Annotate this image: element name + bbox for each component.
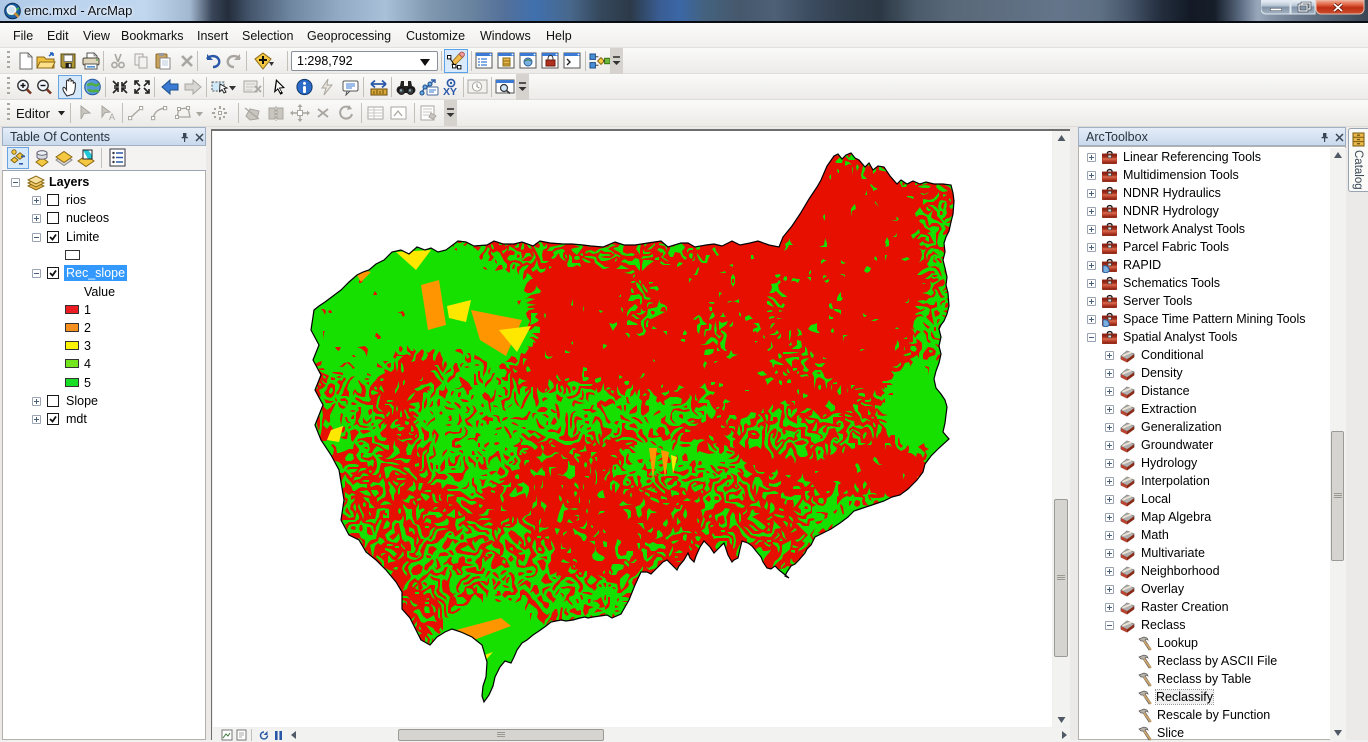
svg-text:XY: XY (443, 86, 457, 96)
svg-text:A: A (109, 112, 115, 122)
